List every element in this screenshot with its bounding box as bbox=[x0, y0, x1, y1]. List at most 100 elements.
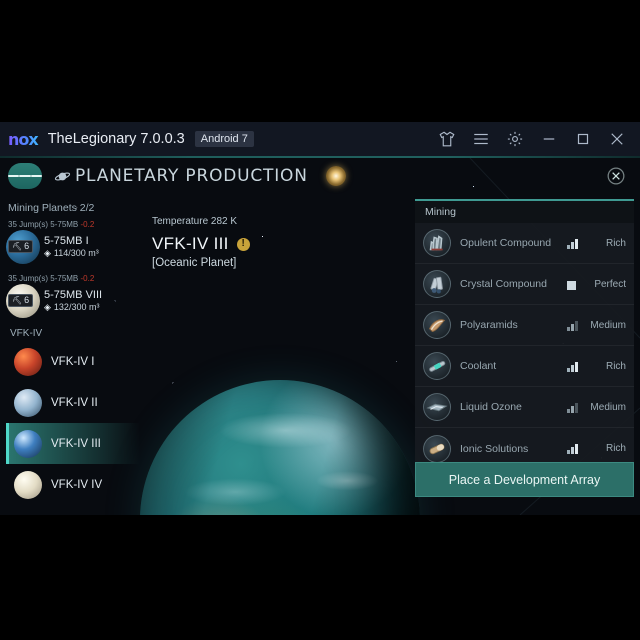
planet-name: VFK-IV II bbox=[51, 396, 98, 409]
crystal-compound-icon bbox=[423, 270, 451, 298]
screenshot-root: nox TheLegionary 7.0.0.3 Android 7 PLANE… bbox=[0, 0, 640, 640]
planet-title-row: VFK-IV III ! bbox=[152, 234, 250, 254]
planet-terminator-shadow bbox=[140, 380, 420, 515]
resource-quality: Medium bbox=[590, 401, 626, 413]
planet-icon bbox=[14, 388, 42, 417]
planet-name-heading: VFK-IV III bbox=[152, 234, 229, 253]
planet-info: Temperature 282 K VFK-IV III ! [Oceanic … bbox=[152, 216, 250, 269]
sun-badge-icon[interactable] bbox=[325, 166, 346, 186]
resource-quality: Rich bbox=[605, 360, 626, 372]
resource-name: Liquid Ozone bbox=[460, 401, 522, 413]
nox-logo: nox bbox=[8, 130, 44, 149]
close-icon[interactable] bbox=[606, 166, 626, 186]
mining-count-badge: ⛏ 6 bbox=[8, 294, 34, 307]
resource-row-polyaramids[interactable]: Polyaramids Medium bbox=[415, 305, 634, 346]
quality-bars-icon bbox=[567, 238, 578, 249]
system-label: 5-75MB bbox=[50, 220, 79, 229]
mining-planet-body: ⛏ 6 5-75MB VIII ◈ 132/300 m³ bbox=[6, 284, 140, 318]
quality-bars-icon bbox=[567, 361, 578, 372]
planet-sphere bbox=[140, 380, 420, 515]
mining-count: 6 bbox=[24, 295, 30, 305]
minimize-icon[interactable] bbox=[540, 130, 558, 148]
android-version-badge: Android 7 bbox=[194, 131, 254, 147]
planet-thumbnail: ⛏ 6 bbox=[6, 284, 40, 318]
close-icon[interactable] bbox=[608, 130, 626, 148]
mining-panel-header: Mining bbox=[415, 201, 634, 223]
capacity-value: 132/300 m³ bbox=[53, 302, 100, 313]
mining-planet-meta: 35 Jump(s) 5-75MB -0.2 bbox=[8, 220, 140, 229]
quality-bars-icon bbox=[567, 279, 578, 290]
game-header: PLANETARY PRODUCTION bbox=[0, 158, 640, 194]
hamburger-icon[interactable] bbox=[8, 163, 42, 189]
security-delta: -0.2 bbox=[80, 274, 95, 283]
resource-quality: Medium bbox=[590, 319, 626, 331]
sidebar-item-vfk-iv-ii[interactable]: VFK-IV II bbox=[6, 382, 140, 423]
planet-thumbnail: ⛏ 6 bbox=[6, 230, 40, 264]
planet-temperature: Temperature 282 K bbox=[152, 216, 238, 227]
menu-icon[interactable] bbox=[472, 130, 490, 148]
gear-icon[interactable] bbox=[506, 130, 524, 148]
maximize-icon[interactable] bbox=[574, 130, 592, 148]
planet-render[interactable] bbox=[140, 380, 420, 515]
mining-planet-capacity: ◈ 132/300 m³ bbox=[44, 302, 102, 313]
planet-type: [Oceanic Planet] bbox=[152, 257, 237, 269]
resource-row-liquid-ozone[interactable]: Liquid Ozone Medium bbox=[415, 387, 634, 428]
planet-icon bbox=[14, 429, 42, 458]
mining-resources-panel: Mining Opulent Compound Rich Crystal Com… bbox=[415, 199, 634, 497]
gem-icon: ◈ bbox=[44, 301, 51, 312]
sidebar-item-vfk-iv-iii[interactable]: VFK-IV III bbox=[6, 423, 140, 464]
shirt-icon[interactable] bbox=[438, 130, 456, 148]
place-development-array-button[interactable]: Place a Development Array bbox=[415, 462, 634, 497]
planet-name: VFK-IV IV bbox=[51, 478, 103, 491]
window-title: TheLegionary 7.0.0.3 bbox=[47, 131, 185, 147]
planet-name: VFK-IV III bbox=[51, 437, 101, 450]
planet-name: VFK-IV I bbox=[51, 355, 95, 368]
resource-row-crystal-compound[interactable]: Crystal Compound Perfect bbox=[415, 264, 634, 305]
mining-planets-title: Mining Planets 2/2 bbox=[8, 202, 95, 214]
quality-bars-icon bbox=[567, 320, 578, 331]
mining-planet-text: 5-75MB I ◈ 114/300 m³ bbox=[44, 235, 99, 259]
saturn-icon bbox=[54, 172, 71, 180]
resource-quality: Perfect bbox=[594, 278, 626, 290]
mining-planet-row[interactable]: 35 Jump(s) 5-75MB -0.2 ⛏ 6 5-75MB I ◈ 11… bbox=[6, 220, 140, 264]
mining-count: 6 bbox=[24, 241, 30, 251]
mining-planet-text: 5-75MB VIII ◈ 132/300 m³ bbox=[44, 289, 102, 313]
mining-planet-name: 5-75MB VIII bbox=[44, 289, 103, 302]
mining-planet-row[interactable]: 35 Jump(s) 5-75MB -0.2 ⛏ 6 5-75MB VIII ◈… bbox=[6, 274, 140, 318]
resource-name: Coolant bbox=[460, 360, 497, 372]
opulent-compound-icon bbox=[423, 229, 451, 257]
coolant-icon bbox=[423, 352, 451, 380]
pickaxe-icon: ⛏ bbox=[12, 295, 23, 305]
planet-icon bbox=[14, 470, 42, 499]
pickaxe-icon: ⛏ bbox=[12, 241, 23, 251]
mining-planet-capacity: ◈ 114/300 m³ bbox=[44, 248, 99, 259]
planet-list: VFK-IV I VFK-IV II VFK-IV III VFK-IV IV bbox=[6, 341, 140, 505]
warning-icon[interactable]: ! bbox=[236, 237, 250, 251]
sidebar-item-vfk-iv-i[interactable]: VFK-IV I bbox=[6, 341, 140, 382]
resource-row-opulent-compound[interactable]: Opulent Compound Rich bbox=[415, 223, 634, 264]
resource-quality: Rich bbox=[605, 237, 626, 249]
resource-quality: Rich bbox=[605, 443, 626, 454]
resource-row-coolant[interactable]: Coolant Rich bbox=[415, 346, 634, 387]
planet-icon bbox=[14, 347, 42, 376]
resource-name: Polyaramids bbox=[460, 319, 518, 331]
sidebar: Mining Planets 2/2 35 Jump(s) 5-75MB -0.… bbox=[0, 196, 140, 515]
jumps-label: 35 Jump(s) bbox=[8, 220, 49, 229]
liquid-ozone-icon bbox=[423, 393, 451, 421]
polyaramids-icon bbox=[423, 311, 451, 339]
capacity-value: 114/300 m³ bbox=[53, 248, 99, 259]
jumps-label: 35 Jump(s) bbox=[8, 274, 49, 283]
mining-planet-body: ⛏ 6 5-75MB I ◈ 114/300 m³ bbox=[6, 230, 140, 264]
sidebar-item-vfk-iv-iv[interactable]: VFK-IV IV bbox=[6, 464, 140, 505]
system-name-label: VFK-IV bbox=[10, 328, 43, 339]
gem-icon: ◈ bbox=[44, 247, 51, 258]
window-controls bbox=[438, 130, 632, 148]
mining-count-badge: ⛏ 6 bbox=[8, 240, 34, 253]
security-delta: -0.2 bbox=[80, 220, 95, 229]
emulator-titlebar: nox TheLegionary 7.0.0.3 Android 7 bbox=[0, 122, 640, 156]
ionic-solutions-icon bbox=[423, 434, 451, 463]
page-title: PLANETARY PRODUCTION bbox=[75, 166, 308, 186]
mining-planet-meta: 35 Jump(s) 5-75MB -0.2 bbox=[8, 274, 140, 283]
quality-bars-icon bbox=[567, 402, 578, 413]
game-viewport: PLANETARY PRODUCTION Mining Planets 2/2 … bbox=[0, 158, 640, 515]
